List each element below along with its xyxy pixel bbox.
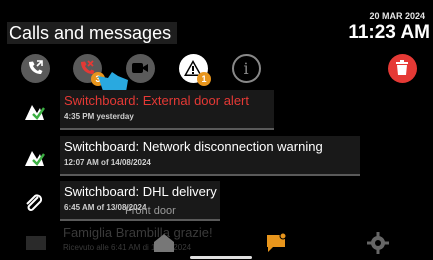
nav-settings[interactable] [364,231,392,255]
alerts-button[interactable]: 1 [175,50,211,86]
message-time: 12:07 AM of 14/08/2024 [64,158,151,167]
divider [60,219,220,221]
gear-icon [367,232,389,254]
message-text-box: Switchboard: External door alert 4:35 PM… [60,90,274,128]
home-indicator[interactable] [190,256,252,259]
nav-home[interactable] [150,231,178,255]
message-title: Switchboard: DHL delivery [64,184,217,199]
alerts-badge: 1 [197,72,211,86]
home-icon [154,234,174,252]
divider [60,174,360,176]
message-text-box: Switchboard: Network disconnection warni… [60,136,360,174]
nav-mail[interactable] [22,231,50,255]
video-messages-button[interactable] [122,50,158,86]
call-forward-button[interactable] [17,50,53,86]
list-item[interactable]: Switchboard: External door alert 4:35 PM… [0,90,433,135]
check-flag-icon [25,151,45,166]
page-title: Calls and messages [7,22,178,44]
trash-icon [387,53,417,83]
delete-button[interactable] [384,50,420,86]
call-forward-icon [20,53,50,83]
check-flag-icon [25,105,45,120]
info-icon: i [231,53,261,83]
video-icon [125,53,155,83]
time-label: 11:23 AM [348,22,430,43]
info-button[interactable]: i [228,50,264,86]
message-time: 4:35 PM yesterday [64,112,134,121]
ghost-text: Front door [125,205,176,217]
paperclip-icon [26,194,43,211]
header: Calls and messages 20 MAR 2024 11:23 AM [0,0,433,44]
nav-messages[interactable] [262,231,290,255]
message-list: Switchboard: External door alert 4:35 PM… [0,90,433,230]
message-title: Switchboard: Network disconnection warni… [64,139,323,154]
list-item[interactable]: Switchboard: Network disconnection warni… [0,136,433,181]
date-label: 20 MAR 2024 [369,11,425,21]
chat-icon [267,233,287,252]
message-title: Switchboard: External door alert [64,93,249,108]
toolbar: 3 1 i [0,46,433,98]
mail-icon [26,236,46,250]
list-item[interactable]: Switchboard: DHL delivery 6:45 AM of 13/… [0,181,433,226]
divider [60,128,274,130]
